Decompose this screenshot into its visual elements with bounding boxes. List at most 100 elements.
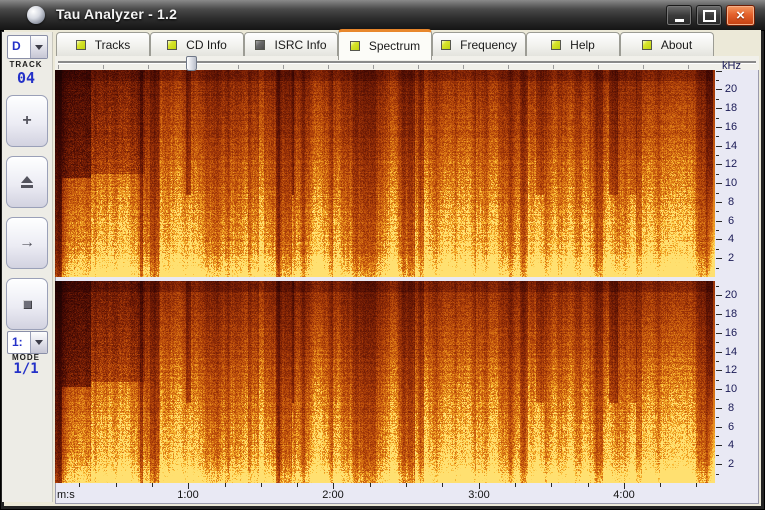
time-tick-label: 2:00 <box>316 489 350 501</box>
tab-cd-info[interactable]: CD Info <box>150 32 244 56</box>
minimize-button[interactable] <box>666 5 692 26</box>
tab-indicator-icon <box>350 41 360 51</box>
freq-tick <box>716 417 719 418</box>
freq-tick <box>716 286 719 287</box>
time-tick <box>442 483 443 487</box>
freq-tick <box>716 305 719 306</box>
freq-tick-label: 8 <box>722 196 740 208</box>
time-tick <box>515 483 516 487</box>
track-combo[interactable]: D <box>7 35 48 59</box>
window-controls: × <box>666 5 755 26</box>
slider-thumb[interactable] <box>186 56 197 71</box>
spectrogram-right-channel <box>55 281 715 483</box>
track-combo-value: D <box>8 36 30 58</box>
freq-tick <box>716 71 722 72</box>
tab-frequency[interactable]: Frequency <box>432 32 526 56</box>
tab-isrc-info[interactable]: ISRC Info <box>244 32 338 56</box>
tab-help[interactable]: Help <box>526 32 620 56</box>
slider-tick <box>373 65 374 69</box>
app-icon <box>27 6 45 24</box>
tab-indicator-icon <box>642 40 652 50</box>
freq-tick <box>716 118 719 119</box>
maximize-icon <box>703 10 716 22</box>
freq-tick <box>716 249 719 250</box>
freq-tick <box>716 268 719 269</box>
freq-tick-label: 2 <box>722 458 740 470</box>
freq-tick-label: 12 <box>722 364 740 376</box>
time-tick <box>696 483 697 487</box>
freq-tick <box>716 342 719 343</box>
chevron-down-icon[interactable] <box>30 332 47 353</box>
freq-tick-label: 10 <box>722 177 740 189</box>
slider-tick <box>283 65 284 69</box>
close-button[interactable]: × <box>726 5 755 26</box>
freq-tick-label: 12 <box>722 158 740 170</box>
freq-tick-label: 14 <box>722 140 740 152</box>
freq-tick <box>716 324 719 325</box>
forward-button[interactable]: → <box>6 217 48 269</box>
slider-tick <box>103 65 104 69</box>
add-button[interactable]: + <box>6 95 48 147</box>
tab-label: Frequency <box>460 38 517 52</box>
eject-button[interactable] <box>6 156 48 208</box>
freq-tick <box>716 99 719 100</box>
time-tick <box>370 483 371 487</box>
time-tick-label: 1:00 <box>171 489 205 501</box>
app-window: Tau Analyzer - 1.2 × Tracks CD Info ISRC I… <box>0 0 765 510</box>
tab-spectrum[interactable]: Spectrum <box>338 29 432 60</box>
slider-tick <box>688 65 689 69</box>
freq-tick-label: 20 <box>722 289 740 301</box>
freq-axis-unit: kHz <box>722 60 752 72</box>
slider-tick <box>238 65 239 69</box>
freq-tick-label: 2 <box>722 252 740 264</box>
maximize-button[interactable] <box>696 5 722 26</box>
time-axis-unit: m:s <box>57 489 75 501</box>
freq-tick <box>716 230 719 231</box>
slider-track[interactable] <box>58 61 756 64</box>
tab-indicator-icon <box>255 40 265 50</box>
freq-tick <box>716 80 719 81</box>
tab-indicator-icon <box>76 40 86 50</box>
tab-tracks[interactable]: Tracks <box>56 32 150 56</box>
freq-tick <box>716 136 719 137</box>
freq-tick-label: 4 <box>722 439 740 451</box>
chevron-down-icon[interactable] <box>30 36 47 58</box>
freq-tick-label: 6 <box>722 215 740 227</box>
tab-indicator-icon <box>441 40 451 50</box>
freq-tick <box>716 193 719 194</box>
track-number: 04 <box>0 69 52 87</box>
freq-tick-label: 8 <box>722 402 740 414</box>
freq-tick-label: 14 <box>722 346 740 358</box>
freq-tick <box>716 474 719 475</box>
time-tick-label: 3:00 <box>462 489 496 501</box>
freq-tick <box>716 380 719 381</box>
track-label: TRACK <box>0 60 52 69</box>
tab-label: About <box>661 38 692 52</box>
slider-tick <box>148 65 149 69</box>
time-tick <box>152 483 153 487</box>
mode-value: 1/1 <box>0 361 52 377</box>
window-title: Tau Analyzer - 1.2 <box>56 6 177 22</box>
minimize-icon <box>675 19 684 22</box>
time-tick <box>406 483 407 487</box>
freq-tick-label: 18 <box>722 308 740 320</box>
title-bar[interactable]: Tau Analyzer - 1.2 × <box>0 0 765 31</box>
freq-tick <box>716 455 719 456</box>
time-tick <box>116 483 117 487</box>
freq-tick <box>716 174 719 175</box>
tab-label: CD Info <box>186 38 227 52</box>
stop-button[interactable] <box>6 278 48 330</box>
freq-tick-label: 20 <box>722 83 740 95</box>
tab-about[interactable]: About <box>620 32 714 56</box>
mode-combo[interactable]: 1: <box>7 331 48 354</box>
freq-tick <box>716 399 719 400</box>
plus-icon: + <box>22 113 31 129</box>
eject-bar-icon <box>21 185 33 188</box>
close-icon: × <box>736 7 745 24</box>
time-tick <box>261 483 262 487</box>
eject-icon <box>21 176 33 183</box>
slider-tick <box>553 65 554 69</box>
slider-tick <box>418 65 419 69</box>
slider-tick <box>643 65 644 69</box>
freq-tick-label: 6 <box>722 421 740 433</box>
